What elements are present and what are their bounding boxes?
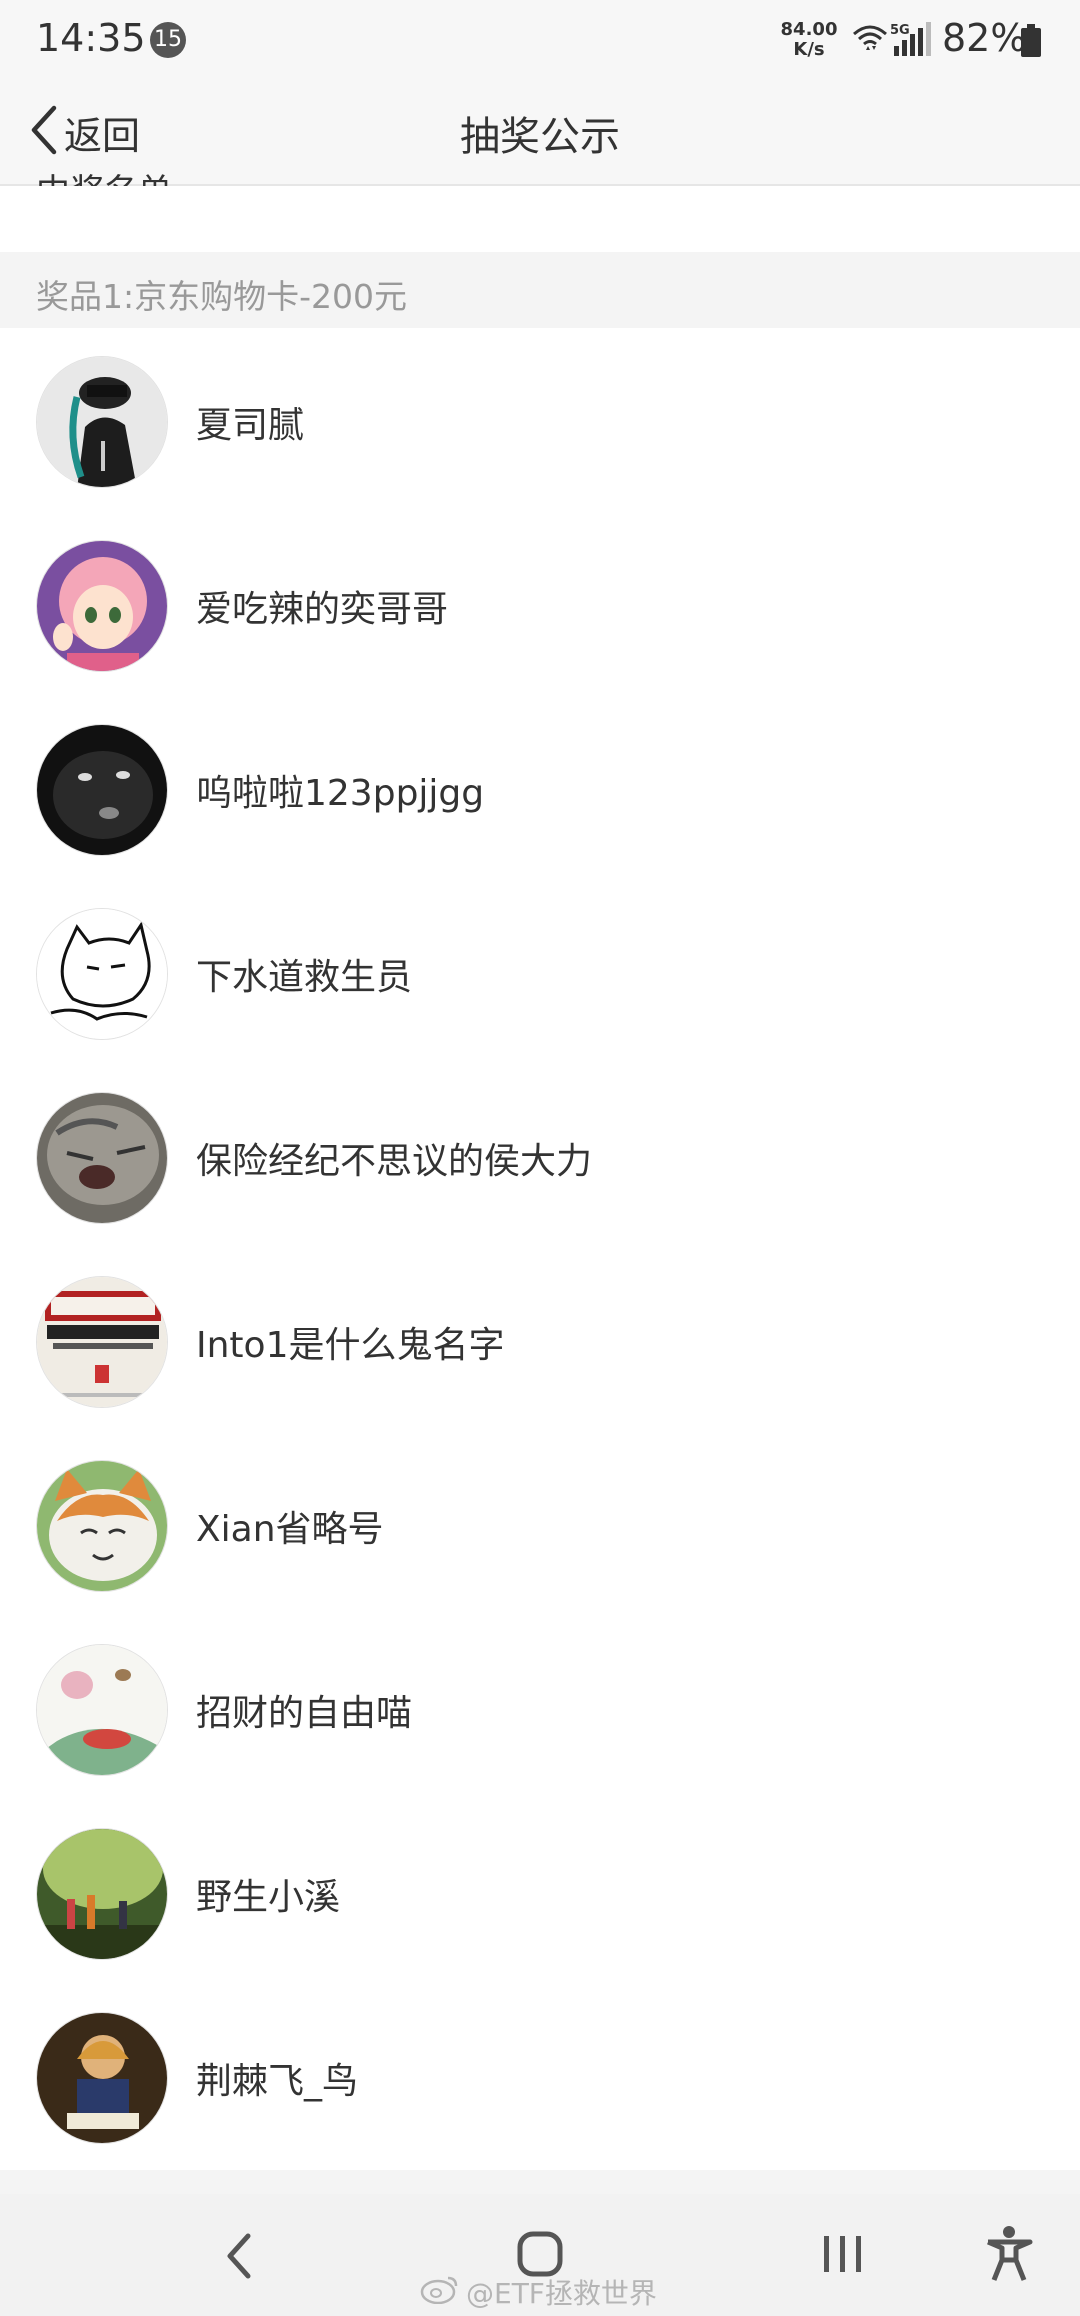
list-item[interactable]: 下水道救生员 xyxy=(0,882,1080,1066)
list-bottom-gap xyxy=(0,2170,1080,2194)
list-item[interactable]: 招财的自由喵 xyxy=(0,1618,1080,1802)
winner-name: 夏司腻 xyxy=(196,405,305,446)
section-spacer xyxy=(0,186,1080,252)
avatar[interactable] xyxy=(36,1092,168,1224)
nav-recent-apps-icon[interactable] xyxy=(820,2230,866,2282)
status-bar: 14:35 15 84.00 K/s 5G 82% xyxy=(0,0,1080,80)
avatar[interactable] xyxy=(36,1828,168,1960)
battery-percent: 82% xyxy=(942,16,1027,60)
cellular-signal-icon: 5G xyxy=(890,22,936,62)
prize-label: 奖品1:京东购物卡-200元 xyxy=(36,277,408,316)
winner-name: 野生小溪 xyxy=(196,1877,341,1918)
winner-name: 爱吃辣的奕哥哥 xyxy=(196,589,449,630)
winner-name: 荆棘飞_鸟 xyxy=(196,2061,359,2102)
status-time: 14:35 xyxy=(36,16,146,60)
watermark-text: @ETF拯救世界 xyxy=(466,2277,657,2310)
accessibility-icon[interactable] xyxy=(984,2224,1034,2288)
list-item[interactable]: 夏司腻 xyxy=(0,330,1080,514)
prize-header: 奖品1:京东购物卡-200元 xyxy=(0,252,1080,328)
network-speed: 84.00 K/s xyxy=(778,20,840,60)
network-type-label: 5G xyxy=(890,23,910,38)
winner-name: 下水道救生员 xyxy=(196,957,413,998)
weibo-icon xyxy=(420,2274,460,2311)
avatar[interactable] xyxy=(36,1460,168,1592)
list-item[interactable]: Xian省略号 xyxy=(0,1434,1080,1618)
avatar[interactable] xyxy=(36,356,168,488)
watermark: @ETF拯救世界 xyxy=(420,2272,657,2312)
winner-name: 呜啦啦123ppjjgg xyxy=(196,773,485,814)
avatar[interactable] xyxy=(36,908,168,1040)
network-speed-unit: K/s xyxy=(793,39,825,60)
network-speed-value: 84.00 xyxy=(780,19,838,40)
list-item[interactable]: 保险经纪不思议的侯大力 xyxy=(0,1066,1080,1250)
avatar[interactable] xyxy=(36,724,168,856)
list-item[interactable]: 呜啦啦123ppjjgg xyxy=(0,698,1080,882)
winner-name: Xian省略号 xyxy=(196,1509,384,1550)
list-item[interactable]: Into1是什么鬼名字 xyxy=(0,1250,1080,1434)
list-item[interactable]: 爱吃辣的奕哥哥 xyxy=(0,514,1080,698)
notification-badge: 15 xyxy=(150,22,186,58)
wifi-icon xyxy=(852,22,888,60)
winner-name: 保险经纪不思议的侯大力 xyxy=(196,1141,593,1182)
battery-icon xyxy=(1020,24,1042,62)
list-item[interactable]: 荆棘飞_鸟 xyxy=(0,1986,1080,2170)
avatar[interactable] xyxy=(36,2012,168,2144)
winner-name: Into1是什么鬼名字 xyxy=(196,1325,505,1366)
avatar[interactable] xyxy=(36,1276,168,1408)
avatar[interactable] xyxy=(36,1644,168,1776)
avatar[interactable] xyxy=(36,540,168,672)
list-item[interactable]: 野生小溪 xyxy=(0,1802,1080,1986)
winner-name: 招财的自由喵 xyxy=(196,1693,413,1734)
page-title: 抽奖公示 xyxy=(460,114,620,160)
winner-list: 夏司腻 爱吃辣的奕哥哥 呜啦啦123ppjjgg 下水道救生员 保险经纪不思议的… xyxy=(0,330,1080,2170)
nav-back-icon[interactable] xyxy=(220,2230,260,2286)
